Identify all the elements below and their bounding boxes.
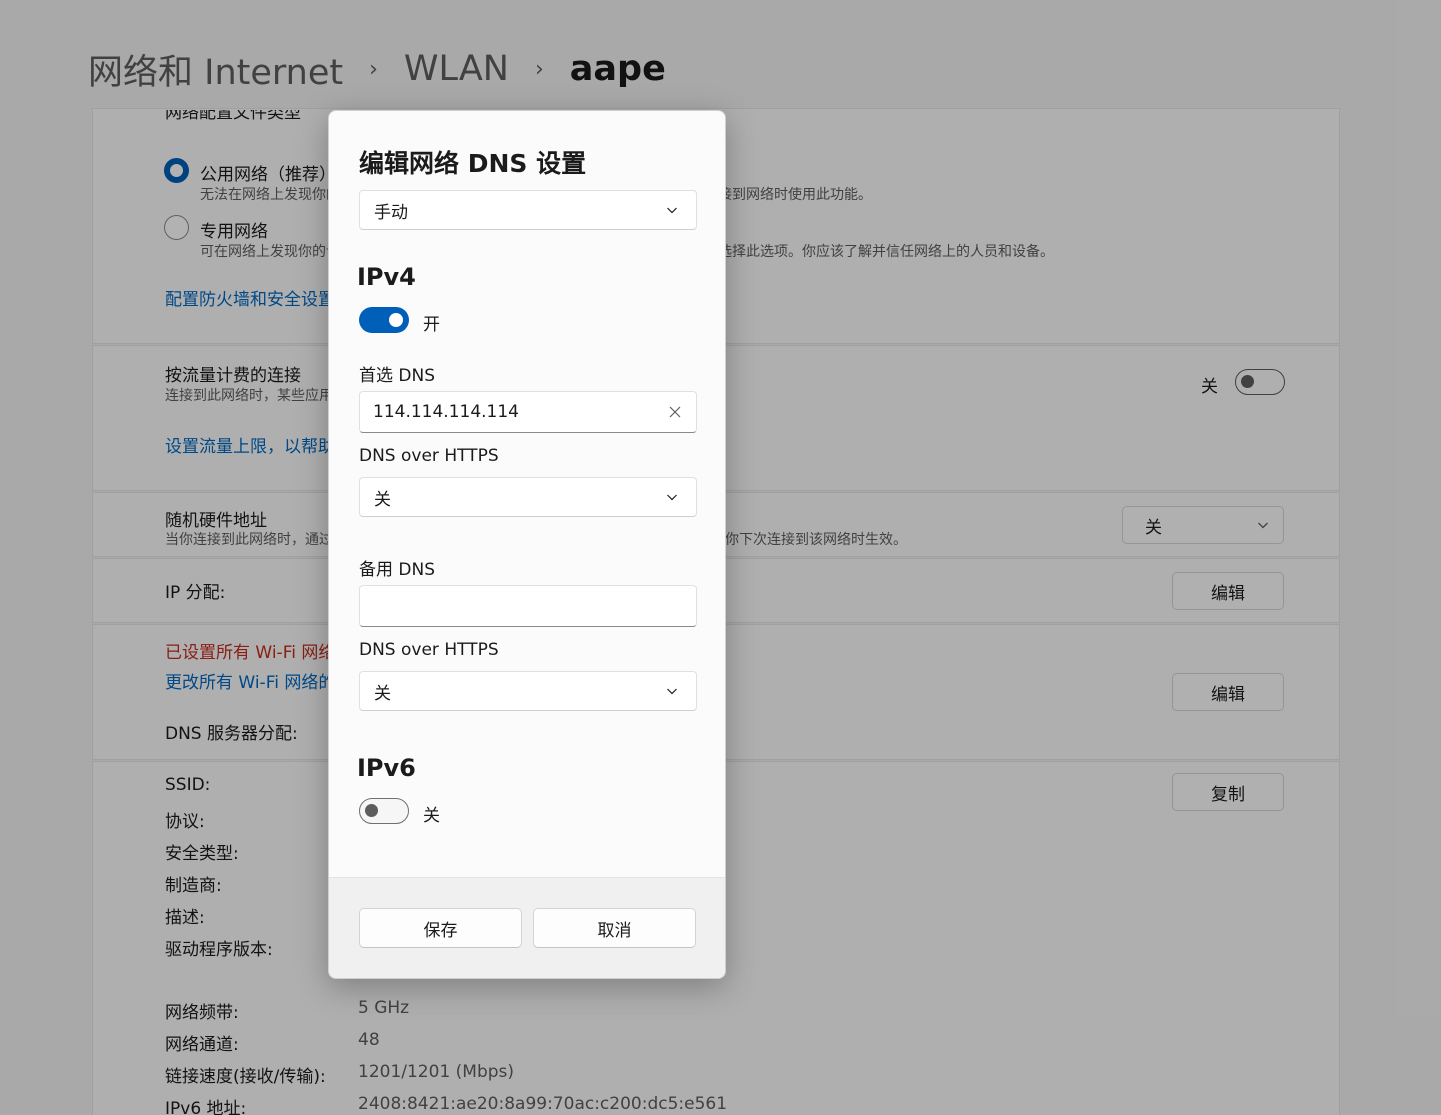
edit-dns-dialog: 编辑网络 DNS 设置 手动 IPv4 开 首选 DNS DNS over HT… xyxy=(328,110,726,979)
ipv4-header: IPv4 xyxy=(357,263,416,291)
alternate-dns-field[interactable] xyxy=(359,585,697,627)
ipv4-toggle-state: 开 xyxy=(423,315,440,335)
preferred-doh-select[interactable]: 关 xyxy=(359,477,697,517)
alternate-doh-label: DNS over HTTPS xyxy=(359,640,499,660)
dns-mode-value: 手动 xyxy=(374,202,408,223)
alternate-dns-label: 备用 DNS xyxy=(359,560,436,580)
ipv6-toggle[interactable] xyxy=(359,798,409,824)
preferred-dns-label: 首选 DNS xyxy=(359,366,436,386)
chevron-down-icon xyxy=(667,207,677,214)
clear-icon[interactable] xyxy=(668,405,682,419)
chevron-down-icon xyxy=(667,494,677,501)
dialog-title: 编辑网络 DNS 设置 xyxy=(359,149,587,178)
ipv6-header: IPv6 xyxy=(357,754,416,782)
preferred-dns-input[interactable] xyxy=(373,402,653,422)
preferred-doh-value: 关 xyxy=(374,489,391,510)
alternate-doh-value: 关 xyxy=(374,683,391,704)
save-button[interactable]: 保存 xyxy=(359,908,522,948)
cancel-button[interactable]: 取消 xyxy=(533,908,696,948)
ipv4-toggle[interactable] xyxy=(359,307,409,333)
preferred-dns-field[interactable] xyxy=(359,391,697,433)
dialog-footer: 保存 取消 xyxy=(329,877,725,978)
alternate-dns-input[interactable] xyxy=(373,596,653,616)
dns-mode-select[interactable]: 手动 xyxy=(359,190,697,230)
chevron-down-icon xyxy=(667,688,677,695)
alternate-doh-select[interactable]: 关 xyxy=(359,671,697,711)
preferred-doh-label: DNS over HTTPS xyxy=(359,446,499,466)
ipv6-toggle-state: 关 xyxy=(423,806,440,826)
